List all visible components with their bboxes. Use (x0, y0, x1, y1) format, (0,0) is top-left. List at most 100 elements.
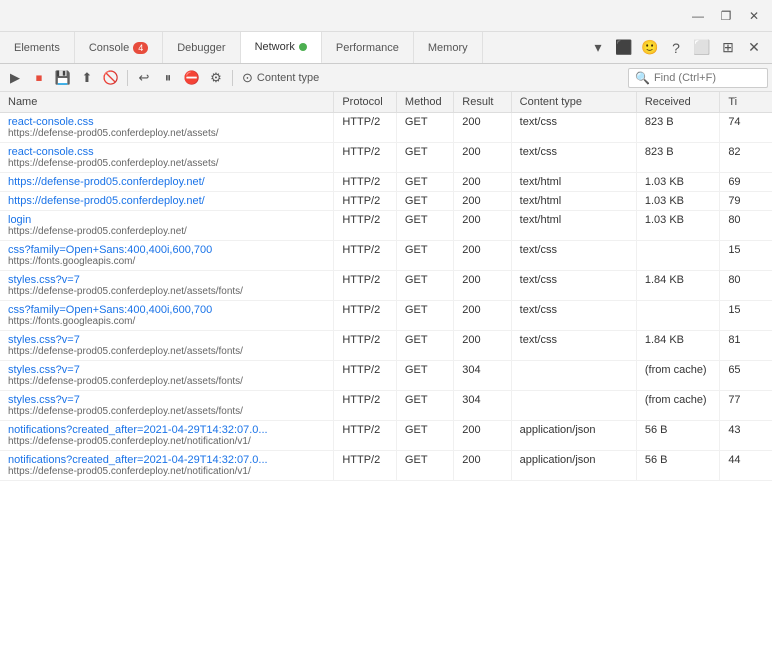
import-button[interactable]: ⬆ (76, 67, 98, 89)
col-header-protocol[interactable]: Protocol (334, 92, 397, 113)
cell-time: 82 (720, 143, 772, 173)
network-toolbar: ▶ ⏹ 💾 ⬆ 🚫 ↩ ⏸ ⛔ ⚙ ⊙ Content type 🔍 (0, 64, 772, 92)
row-url-text: https://defense-prod05.conferdeploy.net/… (8, 466, 308, 477)
col-header-name[interactable]: Name (0, 92, 334, 113)
cell-name: css?family=Open+Sans:400,400i,600,700htt… (0, 301, 334, 331)
tab-performance[interactable]: Performance (322, 32, 414, 63)
play-button[interactable]: ▶ (4, 67, 26, 89)
table-row[interactable]: react-console.csshttps://defense-prod05.… (0, 143, 772, 173)
table-row[interactable]: css?family=Open+Sans:400,400i,600,700htt… (0, 301, 772, 331)
col-header-time[interactable]: Ti (720, 92, 772, 113)
emoji-button[interactable]: 🙂 (638, 36, 662, 60)
filter-icon: ⊙ (242, 70, 253, 86)
search-icon: 🔍 (635, 71, 650, 85)
dock-side-button[interactable]: ⬛ (612, 36, 636, 60)
cell-name: styles.css?v=7https://defense-prod05.con… (0, 331, 334, 361)
col-header-received[interactable]: Received (636, 92, 719, 113)
cell-received: 1.84 KB (636, 271, 719, 301)
table-row[interactable]: styles.css?v=7https://defense-prod05.con… (0, 361, 772, 391)
minimize-button[interactable]: — (688, 6, 708, 26)
tabs-overflow-area: ▾ ⬛ 🙂 ? ⬜ ⊞ ✕ (580, 32, 772, 63)
table-row[interactable]: loginhttps://defense-prod05.conferdeploy… (0, 211, 772, 241)
row-url-text: https://defense-prod05.conferdeploy.net/… (8, 286, 308, 297)
close-button[interactable]: ✕ (744, 6, 764, 26)
cell-content-type: text/css (511, 143, 636, 173)
row-name-text: styles.css?v=7 (8, 274, 308, 286)
row-name-text: https://defense-prod05.conferdeploy.net/ (8, 176, 308, 188)
cell-method: GET (396, 421, 453, 451)
cell-content-type: text/css (511, 241, 636, 271)
toolbar-separator-1 (127, 70, 128, 86)
tab-network[interactable]: Network (241, 32, 322, 64)
tab-memory[interactable]: Memory (414, 32, 483, 63)
col-header-content-type[interactable]: Content type (511, 92, 636, 113)
col-header-result[interactable]: Result (454, 92, 511, 113)
cell-result: 200 (454, 331, 511, 361)
row-url-text: https://defense-prod05.conferdeploy.net/ (8, 226, 308, 237)
cell-name: loginhttps://defense-prod05.conferdeploy… (0, 211, 334, 241)
cell-name: notifications?created_after=2021-04-29T1… (0, 421, 334, 451)
back-button[interactable]: ↩ (133, 67, 155, 89)
tab-elements[interactable]: Elements (0, 32, 75, 63)
row-url-text: https://defense-prod05.conferdeploy.net/… (8, 128, 308, 139)
cell-result: 200 (454, 143, 511, 173)
table-row[interactable]: react-console.csshttps://defense-prod05.… (0, 113, 772, 143)
save-button[interactable]: 💾 (52, 67, 74, 89)
clear-button[interactable]: 🚫 (100, 67, 122, 89)
cell-result: 200 (454, 192, 511, 211)
toolbar-separator-2 (232, 70, 233, 86)
network-active-dot (299, 43, 307, 51)
settings-button[interactable]: ⚙ (205, 67, 227, 89)
close-devtools-button[interactable]: ✕ (742, 36, 766, 60)
table-row[interactable]: https://defense-prod05.conferdeploy.net/… (0, 192, 772, 211)
cell-name: css?family=Open+Sans:400,400i,600,700htt… (0, 241, 334, 271)
responsive-button[interactable]: ⬜ (690, 36, 714, 60)
table-row[interactable]: notifications?created_after=2021-04-29T1… (0, 421, 772, 451)
settings-chevron-button[interactable]: ▾ (586, 36, 610, 60)
cell-received: 1.03 KB (636, 192, 719, 211)
search-box[interactable]: 🔍 (628, 68, 768, 88)
cell-time: 74 (720, 113, 772, 143)
cell-method: GET (396, 271, 453, 301)
cell-time: 15 (720, 241, 772, 271)
cell-method: GET (396, 391, 453, 421)
cell-protocol: HTTP/2 (334, 361, 397, 391)
cell-protocol: HTTP/2 (334, 271, 397, 301)
help-button[interactable]: ? (664, 36, 688, 60)
cell-received: (from cache) (636, 361, 719, 391)
row-url-text: https://defense-prod05.conferdeploy.net/… (8, 158, 308, 169)
cell-protocol: HTTP/2 (334, 391, 397, 421)
cell-method: GET (396, 241, 453, 271)
cell-time: 69 (720, 173, 772, 192)
table-row[interactable]: https://defense-prod05.conferdeploy.net/… (0, 173, 772, 192)
cell-name: react-console.csshttps://defense-prod05.… (0, 143, 334, 173)
cell-time: 81 (720, 331, 772, 361)
cell-protocol: HTTP/2 (334, 241, 397, 271)
cell-content-type: application/json (511, 451, 636, 481)
cell-content-type: text/css (511, 331, 636, 361)
table-row[interactable]: css?family=Open+Sans:400,400i,600,700htt… (0, 241, 772, 271)
row-name-text: styles.css?v=7 (8, 364, 308, 376)
split-button[interactable]: ⊞ (716, 36, 740, 60)
cell-content-type (511, 391, 636, 421)
pause-button[interactable]: ⏸ (157, 67, 179, 89)
maximize-button[interactable]: ❐ (716, 6, 736, 26)
cell-time: 15 (720, 301, 772, 331)
stop-button[interactable]: ⏹ (28, 67, 50, 89)
devtools-tabs: Elements Console 4 Debugger Network Perf… (0, 32, 772, 64)
col-header-method[interactable]: Method (396, 92, 453, 113)
search-input[interactable] (654, 72, 754, 84)
cell-content-type: text/css (511, 301, 636, 331)
row-name-text: styles.css?v=7 (8, 334, 308, 346)
cell-received: (from cache) (636, 391, 719, 421)
no-cache-button[interactable]: ⛔ (181, 67, 203, 89)
tab-debugger[interactable]: Debugger (163, 32, 240, 63)
table-row[interactable]: styles.css?v=7https://defense-prod05.con… (0, 271, 772, 301)
row-name-text: https://defense-prod05.conferdeploy.net/ (8, 195, 308, 207)
table-row[interactable]: styles.css?v=7https://defense-prod05.con… (0, 391, 772, 421)
table-row[interactable]: notifications?created_after=2021-04-29T1… (0, 451, 772, 481)
table-row[interactable]: styles.css?v=7https://defense-prod05.con… (0, 331, 772, 361)
cell-result: 304 (454, 391, 511, 421)
tab-console[interactable]: Console 4 (75, 32, 163, 63)
network-table-wrapper[interactable]: Name Protocol Method Result Content type… (0, 92, 772, 650)
